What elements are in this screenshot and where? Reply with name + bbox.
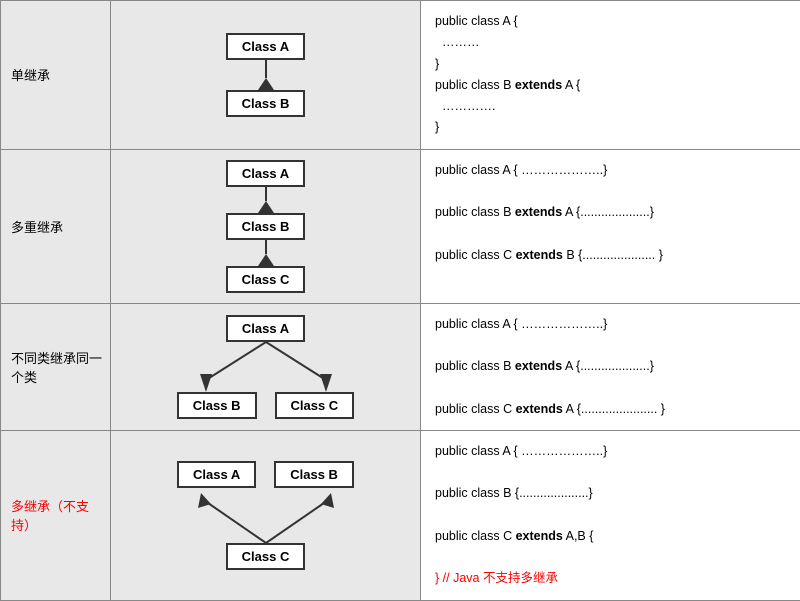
arrows-svg-3 — [166, 342, 366, 392]
diagram-no-multi: Class A Class B Class C — [111, 430, 421, 600]
code-line: public class A { ………………..} — [435, 441, 786, 462]
arrows-svg-4 — [156, 488, 376, 543]
code-multi-inherit: public class A { ………………..} public class … — [421, 149, 800, 303]
class-c-box-3: Class C — [275, 392, 355, 419]
class-c-box-4: Class C — [226, 543, 306, 570]
code-line: } — [435, 117, 786, 138]
code-line: public class C extends A,B { — [435, 526, 786, 547]
code-line: public class A { ………………..} — [435, 314, 786, 335]
code-line — [435, 223, 786, 244]
code-single-inherit: public class A { ……… } public class B ex… — [421, 1, 800, 150]
class-b-box-4: Class B — [274, 461, 354, 488]
no-multi-label: 多继承（不支持） — [11, 499, 89, 533]
class-a-box-2: Class A — [226, 160, 305, 187]
class-a-box-4: Class A — [177, 461, 256, 488]
code-line — [435, 462, 786, 483]
arrow-line-1 — [265, 60, 267, 78]
code-diff-inherit: public class A { ………………..} public class … — [421, 303, 800, 430]
diff-inherit-label: 不同类继承同一个类 — [11, 351, 102, 385]
code-line: ……… — [435, 32, 786, 53]
multi-inherit-label: 多重继承 — [11, 220, 63, 235]
arrow-line-2a — [265, 187, 267, 201]
code-line: public class B extends A {..............… — [435, 356, 786, 377]
label-no-multi: 多继承（不支持） — [1, 430, 111, 600]
class-a-box-1: Class A — [226, 33, 305, 60]
class-a-box-3: Class A — [226, 315, 305, 342]
code-line: public class C extends B {..............… — [435, 245, 786, 266]
code-line: } — [435, 54, 786, 75]
arrow-head-2a — [258, 201, 274, 213]
code-line: …………. — [435, 96, 786, 117]
code-line — [435, 505, 786, 526]
code-line — [435, 377, 786, 398]
diagram-multi-inherit: Class A Class B Class C — [111, 149, 421, 303]
code-line: public class A { — [435, 11, 786, 32]
diagram-single-inherit: Class A Class B — [111, 1, 421, 150]
code-line — [435, 181, 786, 202]
code-line: public class B extends A {..............… — [435, 202, 786, 223]
code-line — [435, 547, 786, 568]
code-no-multi: public class A { ………………..} public class … — [421, 430, 800, 600]
arrow-head-1 — [258, 78, 274, 90]
label-single-inherit: 单继承 — [1, 1, 111, 150]
class-b-box-2: Class B — [226, 213, 306, 240]
code-line: } // Java 不支持多继承 — [435, 568, 786, 589]
arrow-head-2b — [258, 254, 274, 266]
label-multi-inherit: 多重继承 — [1, 149, 111, 303]
single-inherit-label: 单继承 — [11, 68, 50, 83]
class-c-box-2: Class C — [226, 266, 306, 293]
code-line: public class B extends A { — [435, 75, 786, 96]
label-diff-inherit: 不同类继承同一个类 — [1, 303, 111, 430]
class-b-box-1: Class B — [226, 90, 306, 117]
code-line: public class B {....................} — [435, 483, 786, 504]
diagram-diff-inherit: Class A Class B Class C — [111, 303, 421, 430]
class-b-box-3: Class B — [177, 392, 257, 419]
code-line: public class A { ………………..} — [435, 160, 786, 181]
arrow-line-2b — [265, 240, 267, 254]
code-line: public class C extends A {..............… — [435, 399, 786, 420]
code-line — [435, 335, 786, 356]
